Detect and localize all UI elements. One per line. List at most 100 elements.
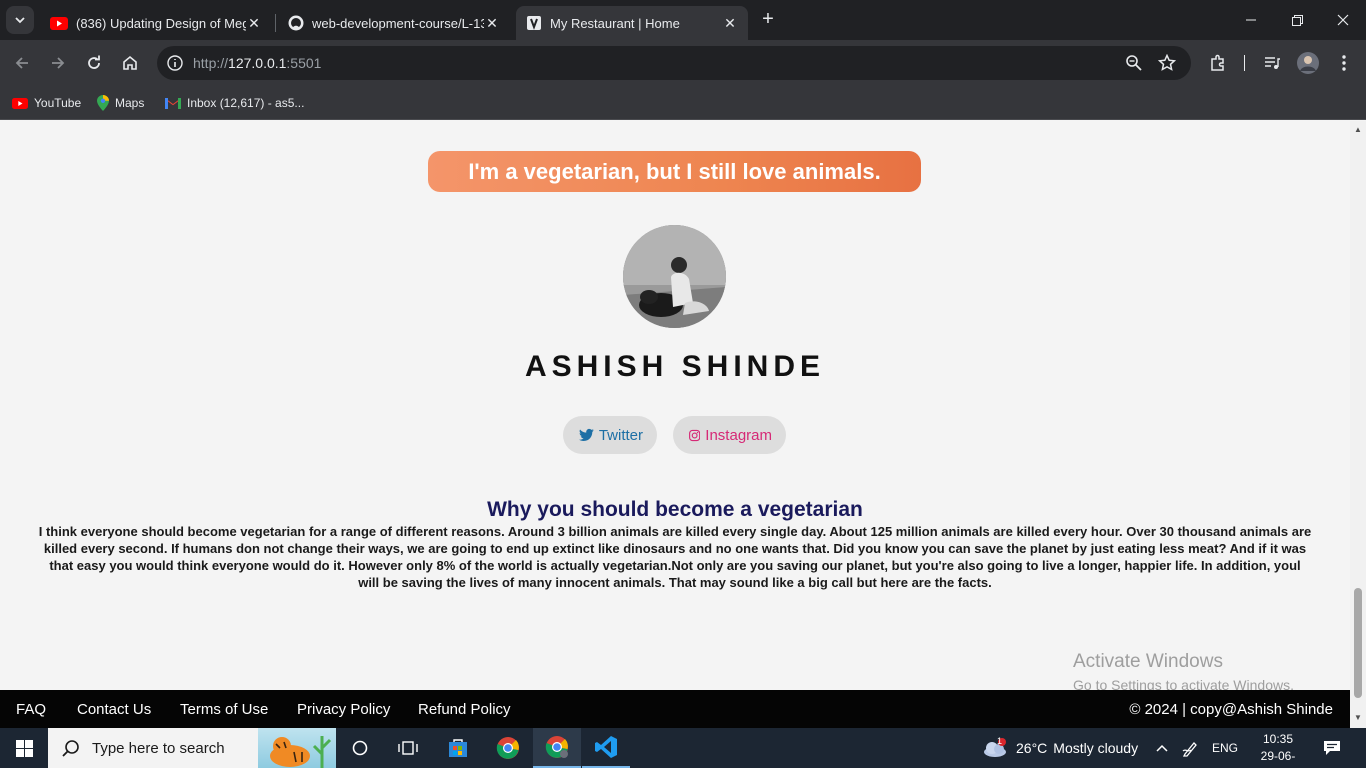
scroll-up-icon[interactable]: ▲ xyxy=(1354,125,1362,134)
instagram-icon xyxy=(689,429,701,441)
tab-my-restaurant[interactable]: My Restaurant | Home ✕ xyxy=(516,6,748,40)
page-scrollbar[interactable]: ▲ ▼ xyxy=(1350,121,1366,728)
search-highlight-image xyxy=(258,728,336,768)
url-scheme: http:// xyxy=(193,55,229,71)
restore-icon xyxy=(1291,14,1303,26)
windows-logo-icon xyxy=(15,739,33,757)
home-button[interactable] xyxy=(116,49,144,77)
input-language-indicator[interactable]: ENG xyxy=(1212,728,1238,768)
bookmarks-bar: YouTube Maps Inbox (12,617) - as5... xyxy=(0,86,1366,120)
address-bar[interactable]: http://127.0.0.1:5501 xyxy=(157,46,1191,80)
hero-banner: I'm a vegetarian, but I still love anima… xyxy=(428,151,921,192)
toolbar-divider xyxy=(1244,55,1245,71)
bookmark-gmail[interactable]: Inbox (12,617) - as5... xyxy=(165,92,304,114)
cloud-icon xyxy=(984,738,1006,757)
reload-icon xyxy=(88,55,100,69)
url-port: :5501 xyxy=(286,55,322,71)
windows-taskbar: Type here to search 26°C Mostly cloudy 1… xyxy=(0,728,1366,768)
bookmark-maps[interactable]: Maps xyxy=(97,92,144,114)
arrow-left-icon xyxy=(15,57,28,69)
chevron-down-icon xyxy=(15,17,25,24)
url-host: 127.0.0.1 xyxy=(228,55,287,71)
web-page: I'm a vegetarian, but I still love anima… xyxy=(0,121,1350,693)
close-icon xyxy=(1337,14,1349,26)
media-controls-button[interactable] xyxy=(1258,49,1286,77)
close-window-button[interactable] xyxy=(1320,0,1366,40)
weather-badge: 1 xyxy=(997,736,1003,746)
tab-title: (836) Updating Design of Mega xyxy=(76,15,246,31)
new-tab-button[interactable]: + xyxy=(757,9,779,31)
minimize-icon xyxy=(1246,19,1256,21)
bookmark-label: YouTube xyxy=(34,96,82,110)
footer-link-refund[interactable]: Refund Policy xyxy=(418,701,511,718)
taskbar-search-box[interactable]: Type here to search xyxy=(48,728,336,768)
section-heading: Why you should become a vegetarian xyxy=(487,498,863,521)
zoom-icon[interactable] xyxy=(1125,54,1143,77)
cortana-button[interactable] xyxy=(336,728,384,768)
show-hidden-icons-button[interactable] xyxy=(1155,728,1169,768)
profile-photo xyxy=(623,225,726,328)
person-name: ASHISH SHINDE xyxy=(524,350,826,383)
close-tab-icon[interactable]: ✕ xyxy=(246,15,262,31)
forward-button[interactable] xyxy=(44,49,72,77)
bookmark-youtube[interactable]: YouTube xyxy=(12,92,81,114)
chrome-profile-taskbar-button[interactable] xyxy=(533,728,581,768)
close-tab-icon[interactable]: ✕ xyxy=(722,15,738,31)
notifications-button[interactable] xyxy=(1323,728,1341,768)
profile-avatar[interactable] xyxy=(1294,49,1322,77)
minimize-button[interactable] xyxy=(1228,0,1274,40)
scrollbar-thumb[interactable] xyxy=(1354,588,1362,698)
weather-widget[interactable]: 26°C Mostly cloudy xyxy=(982,728,1138,768)
chevron-up-icon xyxy=(1156,744,1168,752)
scroll-down-icon[interactable]: ▼ xyxy=(1354,713,1362,722)
close-tab-icon[interactable]: ✕ xyxy=(484,15,500,31)
site-favicon-icon xyxy=(527,16,541,30)
back-button[interactable] xyxy=(8,49,36,77)
site-footer: FAQ Contact Us Terms of Use Privacy Poli… xyxy=(0,690,1350,728)
instagram-button[interactable]: Instagram xyxy=(673,416,786,454)
footer-copyright: © 2024 | copy@Ashish Shinde xyxy=(1129,701,1333,718)
windows-activation-watermark: Activate Windows Go to Settings to activ… xyxy=(1073,651,1294,693)
tab-title: web-development-course/L-13 xyxy=(312,15,484,31)
vscode-taskbar-button[interactable] xyxy=(582,728,630,768)
notification-icon xyxy=(1324,741,1340,755)
footer-link-terms[interactable]: Terms of Use xyxy=(180,701,268,718)
footer-link-contact[interactable]: Contact Us xyxy=(77,701,151,718)
task-view-icon xyxy=(398,741,418,755)
browser-menu-button[interactable] xyxy=(1330,49,1358,77)
watermark-title: Activate Windows xyxy=(1073,651,1223,672)
restore-button[interactable] xyxy=(1274,0,1320,40)
youtube-icon xyxy=(12,97,28,109)
footer-link-faq[interactable]: FAQ xyxy=(16,701,46,718)
github-icon xyxy=(288,15,304,31)
search-icon xyxy=(62,740,79,757)
tab-divider xyxy=(275,14,276,32)
pen-workspace-button[interactable] xyxy=(1182,728,1200,768)
store-button[interactable] xyxy=(434,728,482,768)
bookmark-star-icon[interactable] xyxy=(1157,53,1177,77)
chrome-taskbar-button[interactable] xyxy=(484,728,532,768)
tab-github[interactable]: web-development-course/L-13 ✕ xyxy=(278,6,510,40)
task-view-button[interactable] xyxy=(384,728,432,768)
site-info-icon[interactable] xyxy=(163,51,187,75)
tab-youtube[interactable]: (836) Updating Design of Mega ✕ xyxy=(40,6,272,40)
browser-toolbar: http://127.0.0.1:5501 xyxy=(0,40,1366,86)
taskbar-clock[interactable]: 10:35 29-06-2024 xyxy=(1248,731,1308,768)
maps-icon xyxy=(97,95,109,111)
twitter-icon xyxy=(579,428,594,441)
extensions-button[interactable] xyxy=(1204,49,1232,77)
bookmark-label: Maps xyxy=(115,96,145,110)
pen-icon xyxy=(1182,742,1197,757)
twitter-button[interactable]: Twitter xyxy=(563,416,657,454)
reload-button[interactable] xyxy=(80,49,108,77)
weather-condition: Mostly cloudy xyxy=(1053,740,1139,756)
instagram-label: Instagram xyxy=(705,426,772,444)
tab-search-button[interactable] xyxy=(6,6,34,34)
url-text: http://127.0.0.1:5501 xyxy=(193,55,321,71)
footer-link-privacy[interactable]: Privacy Policy xyxy=(297,701,390,718)
cortana-icon xyxy=(352,740,368,756)
twitter-label: Twitter xyxy=(598,426,643,444)
section-paragraph: I think everyone should become vegetaria… xyxy=(38,524,1312,590)
start-button[interactable] xyxy=(0,728,48,768)
weather-temp: 26°C xyxy=(1016,740,1048,756)
